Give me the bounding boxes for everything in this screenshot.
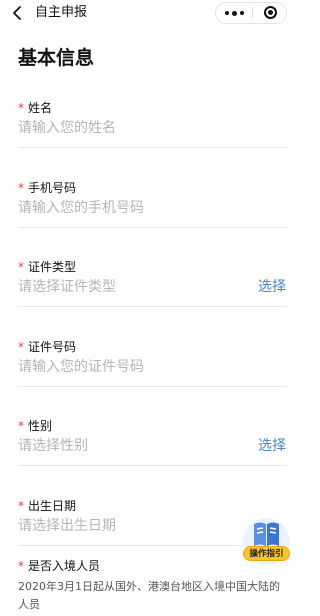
id-number-input[interactable]: 请输入您的证件号码	[18, 357, 144, 377]
id-type-choose-button[interactable]: 选择	[258, 277, 286, 297]
id-number-field: * 证件号码 请输入您的证件号码	[0, 339, 293, 409]
guide-book-icon	[254, 522, 279, 546]
operation-guide-button[interactable]: 操作指引	[243, 518, 290, 565]
entry-description: 2020年3月1日起从国外、港澳台地区入境中国大陆的人员	[18, 580, 280, 611]
field-label: * 证件号码	[18, 340, 77, 354]
id-type-select[interactable]: 请选择证件类型	[18, 277, 116, 297]
field-label: * 手机号码	[18, 181, 77, 195]
back-button[interactable]	[8, 3, 28, 23]
birthdate-select[interactable]: 请选择出生日期	[18, 516, 116, 536]
page: 自主申报 基本信息 * 姓名 请输入您的姓名 * 手机号码 请输入您的手机号码 …	[0, 0, 293, 616]
gender-select[interactable]: 请选择性别	[18, 436, 88, 456]
entry-field: * 是否入境人员 2020年3月1日起从国外、港澳台地区入境中国大陆的人员	[0, 558, 293, 616]
required-mark: *	[18, 181, 24, 195]
divider	[18, 306, 287, 307]
phone-field: * 手机号码 请输入您的手机号码	[0, 180, 293, 250]
id-type-field: * 证件类型 请选择证件类型 选择	[0, 259, 293, 329]
required-mark: *	[18, 340, 24, 354]
required-mark: *	[18, 499, 24, 513]
close-button[interactable]	[253, 3, 287, 23]
required-mark: *	[18, 101, 24, 115]
name-input[interactable]: 请输入您的姓名	[18, 118, 116, 138]
field-label: * 姓名	[18, 101, 53, 115]
gender-choose-button[interactable]: 选择	[258, 436, 286, 456]
nav-title: 自主申报	[35, 5, 88, 20]
guide-label: 操作指引	[243, 546, 290, 561]
field-label: * 是否入境人员	[18, 559, 101, 573]
more-button[interactable]	[216, 3, 252, 23]
required-mark: *	[18, 419, 24, 433]
divider	[18, 386, 287, 387]
field-label: * 证件类型	[18, 260, 77, 274]
field-label: * 出生日期	[18, 499, 77, 513]
name-field: * 姓名 请输入您的姓名	[0, 100, 293, 170]
page-title: 基本信息	[18, 47, 95, 69]
gender-field: * 性别 请选择性别 选择	[0, 418, 293, 488]
required-mark: *	[18, 260, 24, 274]
mini-program-capsule	[215, 2, 287, 24]
divider	[18, 227, 287, 228]
phone-input[interactable]: 请输入您的手机号码	[18, 198, 144, 218]
chevron-left-icon	[13, 6, 21, 20]
field-label: * 性别	[18, 419, 53, 433]
required-mark: *	[18, 559, 24, 573]
divider	[18, 465, 287, 466]
divider	[18, 147, 287, 148]
nav-bar: 自主申报	[0, 0, 293, 26]
